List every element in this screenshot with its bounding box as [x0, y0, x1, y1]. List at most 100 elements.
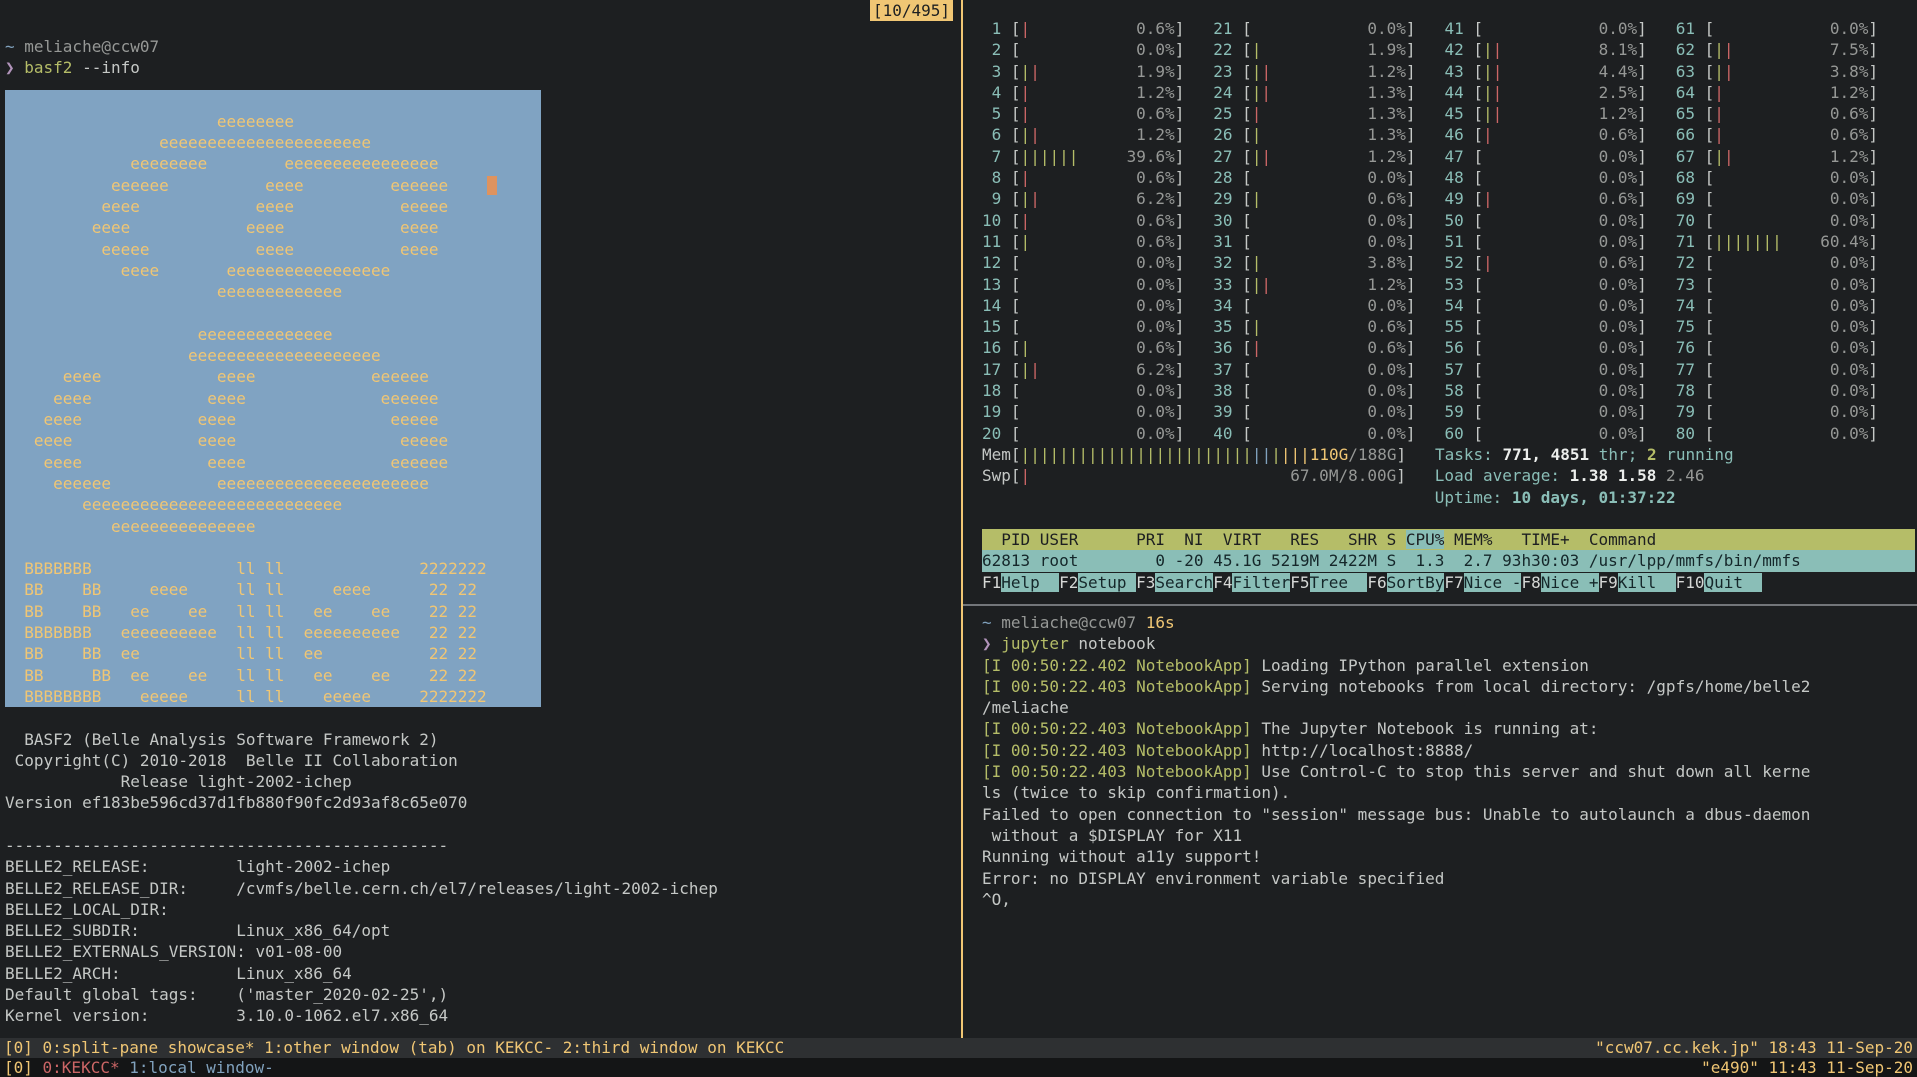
fkey-f3-label[interactable]: Search — [1155, 573, 1213, 592]
logo-art-line: eeeeee eeeeeeeeeeeeeeeeeeeeee — [5, 473, 541, 494]
cpu-meter-row: 3 [|| 1.9%] 23 [|| 1.2%] 43 [|| 4.4%] 63… — [982, 61, 1915, 82]
logo-art-line: BB BB ee ee ll ll ee ee 22 22 — [5, 665, 541, 686]
cpu-meter-row: 16 [| 0.6%] 36 [| 0.6%] 56 [ 0.0%] 76 [ … — [982, 337, 1915, 358]
cpu-meter-row: 11 [| 0.6%] 31 [ 0.0%] 51 [ 0.0%] 71 [||… — [982, 231, 1915, 252]
logo-art-line: eeee eeee eeeee — [5, 196, 541, 217]
fkey-f6-key[interactable]: F6 — [1367, 573, 1386, 592]
info-line — [5, 814, 955, 835]
pane-basf2-info[interactable]: ~ meliache@ccw07❯ basf2 --info eeeeeeee … — [5, 36, 955, 1027]
info-line: BELLE2_RELEASE_DIR: /cvmfs/belle.cern.ch… — [5, 878, 955, 899]
cpu-meter-row: 15 [ 0.0%] 35 [| 0.6%] 55 [ 0.0%] 75 [ 0… — [982, 316, 1915, 337]
log-line: [I 00:50:22.403 NotebookApp] Use Control… — [982, 761, 1915, 782]
fkey-f8-label[interactable]: Nice + — [1541, 573, 1599, 592]
cpu-meter-row: 18 [ 0.0%] 38 [ 0.0%] 58 [ 0.0%] 78 [ 0.… — [982, 380, 1915, 401]
htop-uptime-row: Uptime: 10 days, 01:37:22 — [982, 487, 1915, 508]
logo-art-line: BB BB eeee ll ll eeee 22 22 — [5, 579, 541, 600]
htop-sort-column-cpu[interactable]: CPU% — [1406, 530, 1445, 549]
fkey-f7-label[interactable]: Nice - — [1464, 573, 1522, 592]
logo-art-line: BBBBBBBB eeeee ll ll eeeee 2222222 — [5, 686, 541, 707]
cpu-meter-row: 5 [| 0.6%] 25 [| 1.3%] 45 [|| 1.2%] 65 [… — [982, 103, 1915, 124]
fkey-f6-label[interactable]: SortBy — [1387, 573, 1445, 592]
logo-art-line: eeee eeeeeeeeeeeeeeeee — [5, 260, 541, 281]
shell-prompt-basf2: ~ meliache@ccw07❯ basf2 --info — [5, 36, 955, 79]
info-line: Copyright(C) 2010-2018 Belle II Collabor… — [5, 750, 955, 771]
logo-art-line: eeeeeeeeeeeeeeeeeeee — [5, 345, 541, 366]
logo-art-line: eeeeeeee — [5, 111, 541, 132]
cpu-meter-row: 2 [ 0.0%] 22 [| 1.9%] 42 [|| 8.1%] 62 [|… — [982, 39, 1915, 60]
info-line: ----------------------------------------… — [5, 835, 955, 856]
pane-jupyter[interactable]: ~ meliache@ccw07 16s❯ jupyter notebook [… — [982, 612, 1915, 910]
fkey-f7-key[interactable]: F7 — [1444, 573, 1463, 592]
log-line: without a $DISPLAY for X11 — [982, 825, 1915, 846]
spacer-line — [982, 508, 1915, 529]
fkey-f5-key[interactable]: F5 — [1290, 573, 1309, 592]
log-line: Running without a11y support! — [982, 846, 1915, 867]
fkey-f9-key[interactable]: F9 — [1599, 573, 1618, 592]
logo-art-line: BBBBBBB ll ll 2222222 — [5, 558, 541, 579]
fkey-f8-key[interactable]: F8 — [1521, 573, 1540, 592]
fkey-f3-key[interactable]: F3 — [1136, 573, 1155, 592]
log-line: ls (twice to skip confirmation). — [982, 782, 1915, 803]
jupyter-log-output: [I 00:50:22.402 NotebookApp] Loading IPy… — [982, 655, 1915, 911]
log-line: Failed to open connection to "session" m… — [982, 804, 1915, 825]
pane-htop[interactable]: 1 [| 0.6%] 21 [ 0.0%] 41 [ 0.0%] 61 [ 0.… — [982, 18, 1915, 593]
fkey-f1-label[interactable]: Help — [1001, 573, 1059, 592]
logo-art-line: eeeee eeee eeee — [5, 239, 541, 260]
cpu-meter-row: 12 [ 0.0%] 32 [| 3.8%] 52 [| 0.6%] 72 [ … — [982, 252, 1915, 273]
htop-cpu-meters: 1 [| 0.6%] 21 [ 0.0%] 41 [ 0.0%] 61 [ 0.… — [982, 18, 1915, 444]
logo-art-line: eeeeeeeeeeeeeeeeeeeeeeeeeee — [5, 494, 541, 515]
log-line: [I 00:50:22.402 NotebookApp] Loading IPy… — [982, 655, 1915, 676]
swap-meter-row: Swp[| 67.0M/8.00G] Load average: 1.38 1.… — [982, 465, 1915, 486]
basf2-logo-art: eeeeeeee eeeeeeeeeeeeeeeeeeeeee eeeeeeee… — [5, 90, 541, 708]
prompt-line: ~ meliache@ccw07 — [5, 36, 955, 57]
logo-art-line — [5, 537, 541, 558]
terminal-cursor — [487, 176, 497, 195]
fkey-f5-label[interactable]: Tree — [1310, 573, 1368, 592]
info-line: BELLE2_LOCAL_DIR: — [5, 899, 955, 920]
logo-art-line: eeeeee eeee eeeeee — [5, 175, 541, 196]
tmux-pane-index-badge: [10/495] — [870, 0, 953, 21]
logo-art-line: BB BB ee ee ll ll ee ee 22 22 — [5, 601, 541, 622]
tmux-window-list-outer[interactable]: [0] 0:KEKCC* 1:local window- — [4, 1058, 274, 1077]
logo-art-line: eeeeeeeeeeeeee — [5, 324, 541, 345]
cpu-meter-row: 8 [| 0.6%] 28 [ 0.0%] 48 [ 0.0%] 68 [ 0.… — [982, 167, 1915, 188]
fkey-f10-label[interactable]: Quit — [1704, 573, 1762, 592]
htop-table-header[interactable]: PID USER PRI NI VIRT RES SHR S CPU% MEM%… — [982, 529, 1915, 550]
info-line: BELLE2_EXTERNALS_VERSION: v01-08-00 — [5, 941, 955, 962]
fkey-f10-key[interactable]: F10 — [1676, 573, 1705, 592]
prompt-line: ❯ jupyter notebook — [982, 633, 1915, 654]
fkey-f1-key[interactable]: F1 — [982, 573, 1001, 592]
log-line: [I 00:50:22.403 NotebookApp] Serving not… — [982, 676, 1915, 697]
cpu-meter-row: 7 [|||||| 39.6%] 27 [|| 1.2%] 47 [ 0.0%]… — [982, 146, 1915, 167]
log-line: /meliache — [982, 697, 1915, 718]
fkey-f9-label[interactable]: Kill — [1618, 573, 1676, 592]
logo-art-line: eeeeeeeeeeeeeee — [5, 516, 541, 537]
cpu-meter-row: 14 [ 0.0%] 34 [ 0.0%] 54 [ 0.0%] 74 [ 0.… — [982, 295, 1915, 316]
log-line: Error: no DISPLAY environment variable s… — [982, 868, 1915, 889]
cpu-meter-row: 17 [|| 6.2%] 37 [ 0.0%] 57 [ 0.0%] 77 [ … — [982, 359, 1915, 380]
log-line: [I 00:50:22.403 NotebookApp] The Jupyter… — [982, 718, 1915, 739]
cpu-meter-row: 20 [ 0.0%] 40 [ 0.0%] 60 [ 0.0%] 80 [ 0.… — [982, 423, 1915, 444]
fkey-f4-key[interactable]: F4 — [1213, 573, 1232, 592]
log-line: ^O, — [982, 889, 1915, 910]
tmux-terminal: { "palette":{"bg":"#1d1f21","fg":"#c5c8c… — [0, 0, 1917, 1077]
shell-prompt-jupyter: ~ meliache@ccw07 16s❯ jupyter notebook — [982, 612, 1915, 655]
info-line — [5, 707, 955, 728]
logo-art-line — [5, 90, 541, 111]
htop-swap-meter: Swp[| 67.0M/8.00G] Load average: 1.38 1.… — [982, 465, 1915, 486]
fkey-f2-key[interactable]: F2 — [1059, 573, 1078, 592]
htop-selected-process-row[interactable]: 62813 root 0 -20 45.1G 5219M 2422M S 1.3… — [982, 550, 1915, 571]
fkey-f2-label[interactable]: Setup — [1078, 573, 1136, 592]
tmux-horizontal-pane-divider[interactable] — [963, 604, 1917, 606]
prompt-line: ❯ basf2 --info — [5, 57, 955, 78]
fkey-f4-label[interactable]: Filter — [1232, 573, 1290, 592]
info-line: BELLE2_SUBDIR: Linux_x86_64/opt — [5, 920, 955, 941]
logo-art-line: eeeeeeeeeeeeeeeeeeeeee — [5, 132, 541, 153]
tmux-vertical-pane-divider[interactable] — [961, 0, 963, 1038]
cpu-meter-row: 1 [| 0.6%] 21 [ 0.0%] 41 [ 0.0%] 61 [ 0.… — [982, 18, 1915, 39]
info-line: BELLE2_ARCH: Linux_x86_64 — [5, 963, 955, 984]
cpu-meter-row: 9 [|| 6.2%] 29 [| 0.6%] 49 [| 0.6%] 69 [… — [982, 188, 1915, 209]
tmux-window-list-inner[interactable]: [0] 0:split-pane showcase* 1:other windo… — [4, 1038, 784, 1058]
cpu-meter-row: 6 [|| 1.2%] 26 [| 1.3%] 46 [| 0.6%] 66 [… — [982, 124, 1915, 145]
logo-art-line: eeee eeee eeeeee — [5, 366, 541, 387]
